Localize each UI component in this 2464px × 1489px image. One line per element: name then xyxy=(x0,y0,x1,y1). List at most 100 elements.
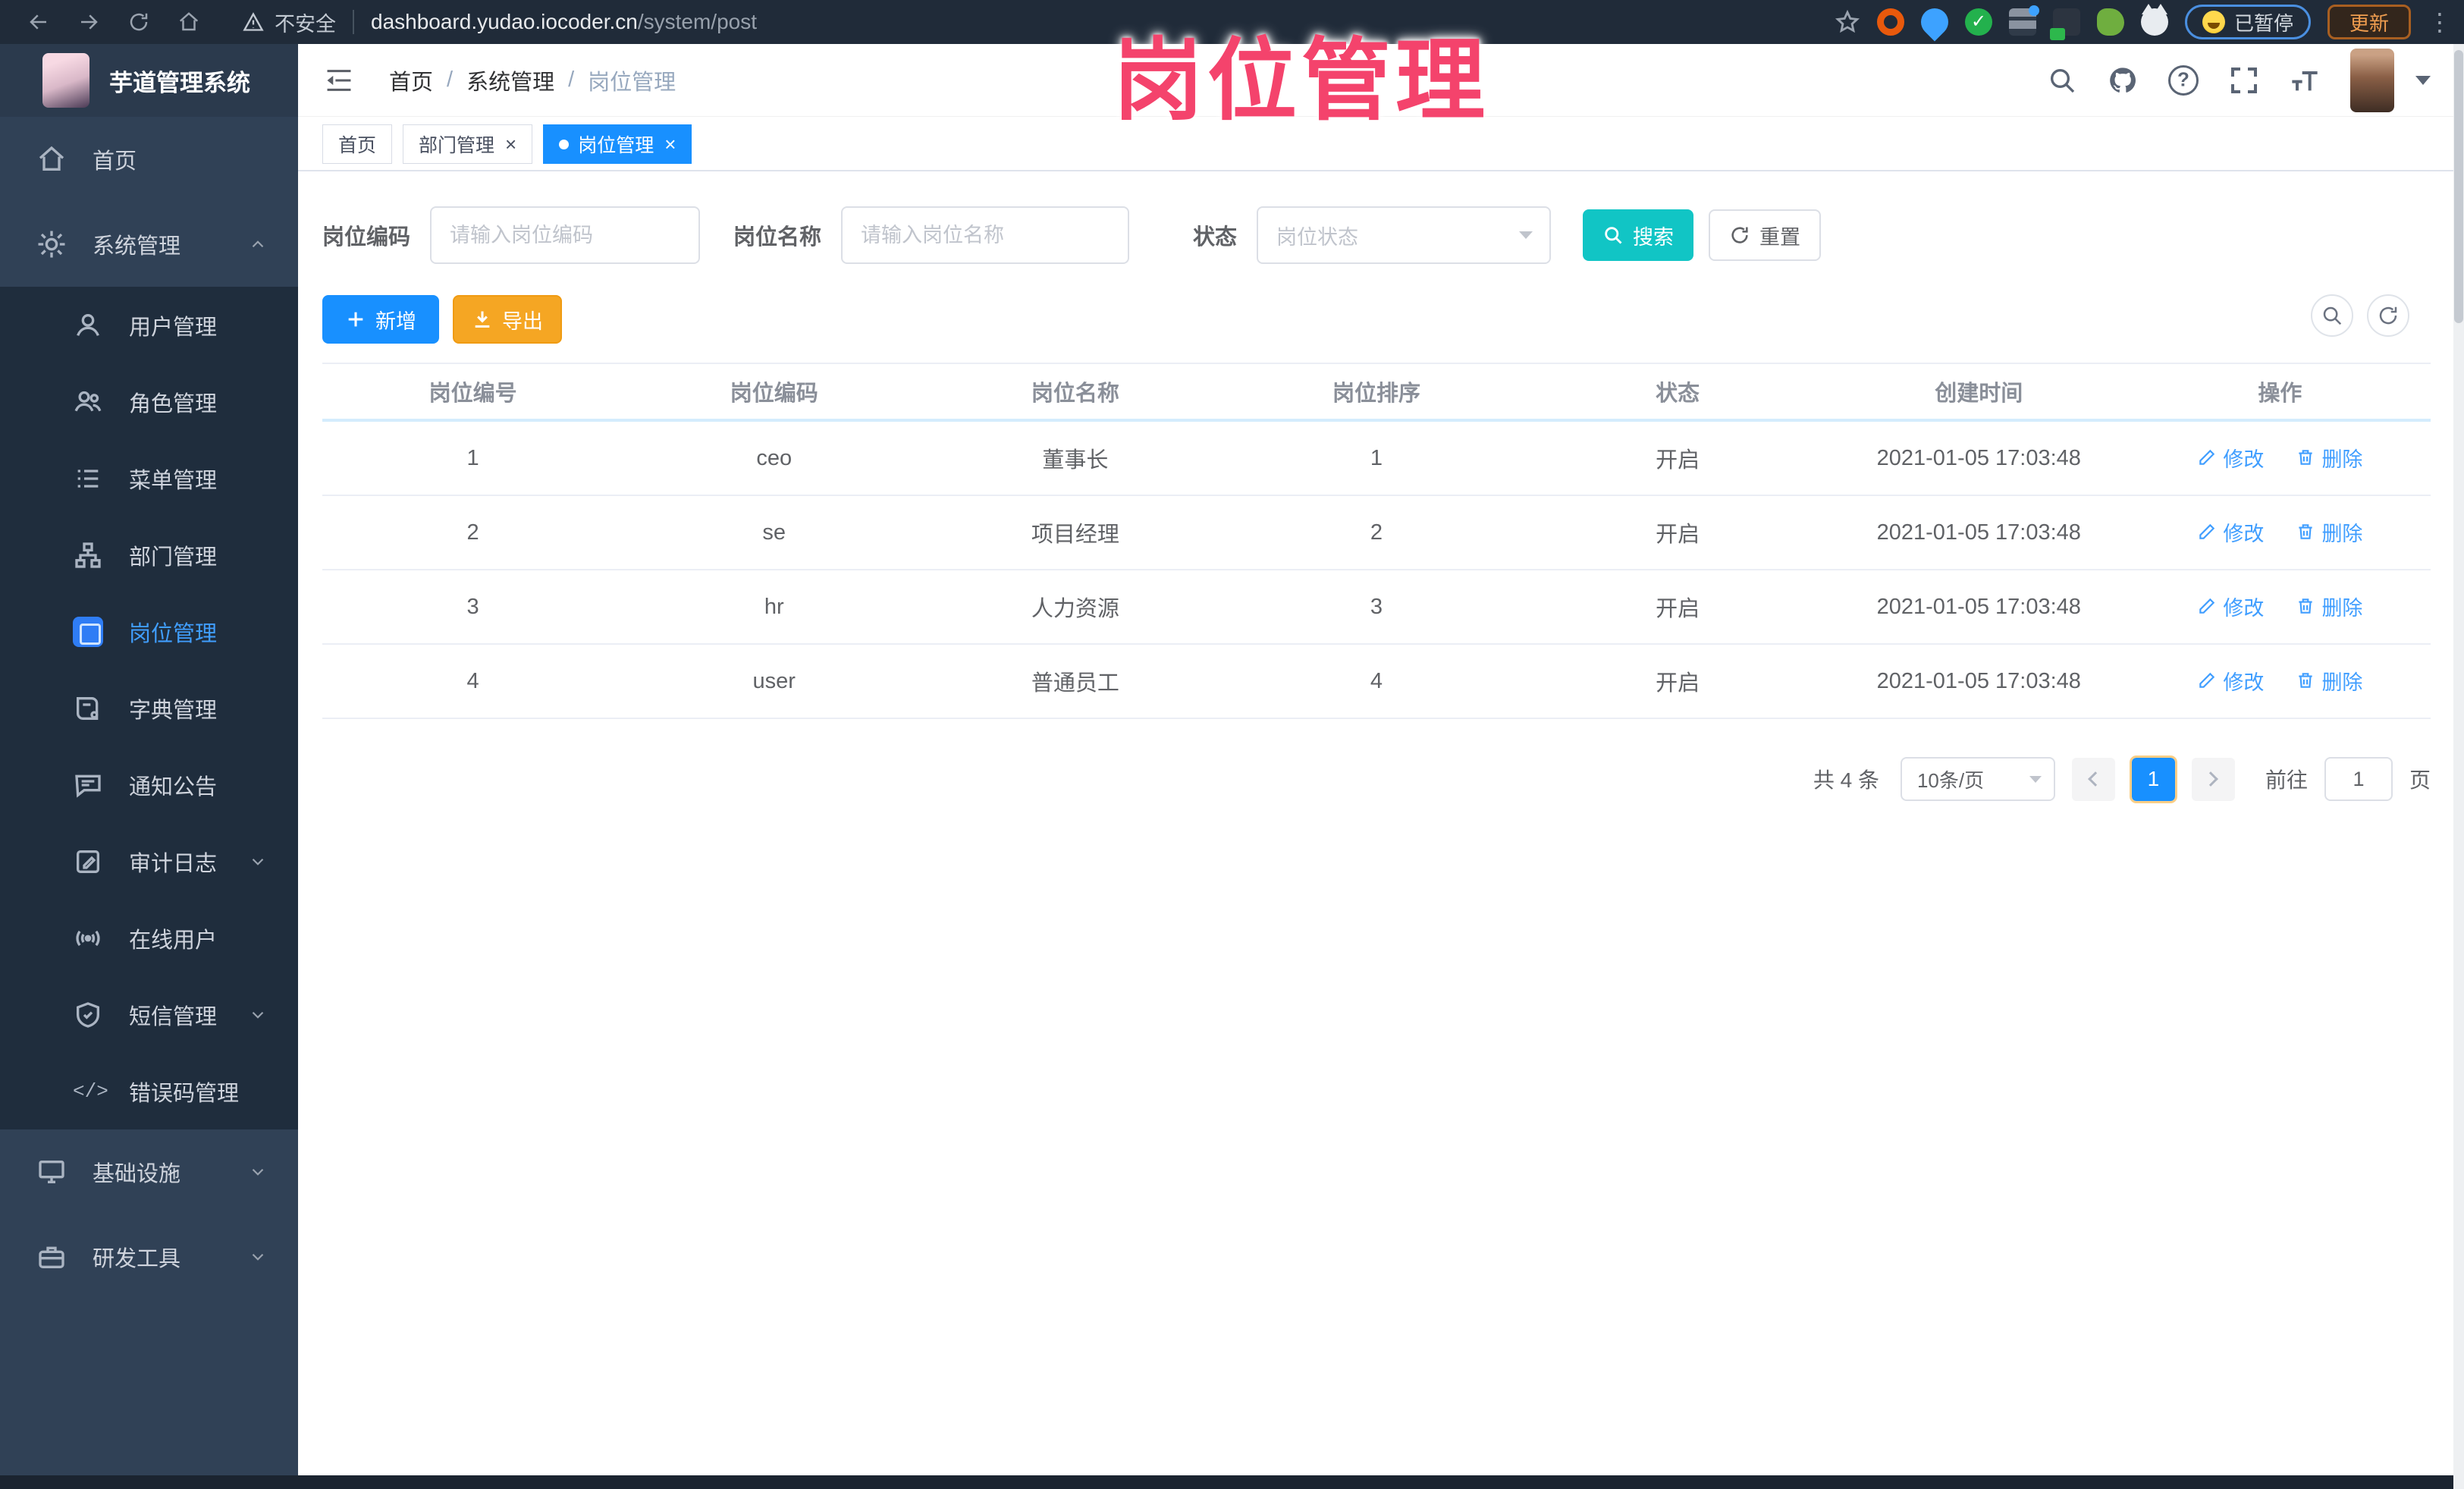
home-icon[interactable] xyxy=(177,11,200,33)
sidebar-item-system[interactable]: 系统管理 xyxy=(0,202,298,287)
toggle-search-button[interactable] xyxy=(2311,294,2353,337)
edit-link[interactable]: 修改 xyxy=(2197,443,2264,473)
forward-icon[interactable] xyxy=(77,11,100,33)
close-icon[interactable]: × xyxy=(505,134,516,154)
post-code-input[interactable] xyxy=(430,206,701,264)
sidebar-item-error-codes[interactable]: </> 错误码管理 xyxy=(0,1053,298,1129)
edit-link[interactable]: 修改 xyxy=(2197,592,2264,621)
tab-posts[interactable]: 岗位管理 × xyxy=(543,124,692,164)
sidebar-item-infrastructure[interactable]: 基础设施 xyxy=(0,1129,298,1214)
browser-update-button[interactable]: 更新 xyxy=(2327,5,2411,39)
post-name-input[interactable] xyxy=(841,206,1130,264)
help-icon[interactable] xyxy=(2168,64,2199,96)
refresh-table-button[interactable] xyxy=(2367,294,2409,337)
edit-link[interactable]: 修改 xyxy=(2197,666,2264,696)
cell-created: 2021-01-05 17:03:48 xyxy=(1876,594,2081,619)
extension-check-icon[interactable] xyxy=(1964,8,1992,36)
edit-link[interactable]: 修改 xyxy=(2197,517,2264,547)
url-bar[interactable]: 不安全 dashboard.yudao.iocoder.cn/system/po… xyxy=(243,8,757,37)
star-icon[interactable] xyxy=(1835,9,1860,35)
chevron-down-icon[interactable] xyxy=(2415,75,2431,85)
column-header: 岗位名称 xyxy=(1031,382,1119,406)
extension-sprout-icon[interactable] xyxy=(2096,8,2124,36)
cell-status: 开启 xyxy=(1656,523,1700,547)
sidebar-item-posts[interactable]: 岗位管理 xyxy=(0,593,298,670)
cell-actions: 修改 删除 xyxy=(2130,517,2431,548)
sidebar-item-audit-log[interactable]: 审计日志 xyxy=(0,823,298,900)
sidebar-item-users[interactable]: 用户管理 xyxy=(0,287,298,363)
sidebar-item-sms[interactable]: 短信管理 xyxy=(0,976,298,1053)
tab-home[interactable]: 首页 xyxy=(322,124,393,164)
sidebar-item-online-users[interactable]: 在线用户 xyxy=(0,900,298,976)
cell-name: 人力资源 xyxy=(1031,597,1119,621)
breadcrumb-system[interactable]: 系统管理 xyxy=(466,64,554,96)
announcement-icon xyxy=(73,770,103,800)
sidebar-item-label: 岗位管理 xyxy=(129,621,218,646)
refresh-icon xyxy=(1729,225,1750,246)
page-1-button[interactable]: 1 xyxy=(2129,755,2177,803)
logo[interactable]: 芋道管理系统 xyxy=(0,44,298,117)
search-button[interactable]: 搜索 xyxy=(1583,209,1694,261)
delete-link-label: 删除 xyxy=(2321,522,2363,545)
reset-button[interactable]: 重置 xyxy=(1709,209,1822,261)
cell-name: 项目经理 xyxy=(1031,523,1119,547)
avatar[interactable] xyxy=(2350,48,2394,112)
breadcrumb-separator: / xyxy=(447,68,454,92)
breadcrumb-home[interactable]: 首页 xyxy=(389,64,433,96)
github-icon[interactable] xyxy=(2108,65,2138,96)
export-button[interactable]: 导出 xyxy=(453,295,562,344)
extension-orange-icon[interactable] xyxy=(1876,8,1904,36)
chevron-right-icon xyxy=(2203,771,2219,787)
extension-grid-icon[interactable] xyxy=(2008,5,2039,36)
app-title: 芋道管理系统 xyxy=(109,69,250,96)
add-button[interactable]: 新增 xyxy=(322,295,439,344)
table-toolbar: 新增 导出 xyxy=(322,294,2431,344)
sidebar-item-dictionary[interactable]: 字典管理 xyxy=(0,670,298,746)
status-select-placeholder: 岗位状态 xyxy=(1276,225,1359,249)
table-row: 3 hr 人力资源 3 开启 2021-01-05 17:03:48 修改 删除 xyxy=(322,570,2431,645)
browser-menu-icon[interactable]: ⋮ xyxy=(2428,10,2452,34)
delete-link[interactable]: 删除 xyxy=(2296,666,2362,696)
extension-cat-icon[interactable] xyxy=(2140,4,2168,36)
sidebar-item-notices[interactable]: 通知公告 xyxy=(0,746,298,823)
status-select[interactable]: 岗位状态 xyxy=(1257,206,1552,264)
tab-departments[interactable]: 部门管理 × xyxy=(403,124,533,164)
goto-page-input[interactable] xyxy=(2324,757,2393,801)
sidebar-item-home[interactable]: 首页 xyxy=(0,117,298,202)
page-scrollbar[interactable] xyxy=(2453,44,2464,1489)
hamburger-icon[interactable] xyxy=(324,68,354,93)
chevron-up-icon xyxy=(248,234,268,254)
scrollbar-thumb[interactable] xyxy=(2454,50,2463,323)
next-page-button[interactable] xyxy=(2191,757,2235,801)
sidebar-item-roles[interactable]: 角色管理 xyxy=(0,363,298,440)
sidebar-item-departments[interactable]: 部门管理 xyxy=(0,517,298,593)
prev-page-button[interactable] xyxy=(2071,757,2115,801)
font-size-icon[interactable] xyxy=(2290,65,2320,96)
sidebar-item-label: 基础设施 xyxy=(93,1162,181,1186)
extension-pin-icon[interactable] xyxy=(1915,2,1954,42)
sidebar-item-dev-tools[interactable]: 研发工具 xyxy=(0,1214,298,1299)
close-icon[interactable]: × xyxy=(664,134,676,154)
emoji-icon xyxy=(2202,11,2225,33)
back-icon[interactable] xyxy=(27,11,50,33)
page-size-select[interactable]: 10条/页 xyxy=(1900,757,2055,801)
chevron-down-icon xyxy=(2029,775,2042,783)
chevron-down-icon xyxy=(248,1005,268,1025)
url-host: dashboard.yudao.iocoder.cn xyxy=(371,10,638,33)
search-icon[interactable] xyxy=(2047,65,2077,96)
fullscreen-icon[interactable] xyxy=(2229,65,2259,96)
delete-link[interactable]: 删除 xyxy=(2296,517,2362,547)
sidebar-item-menus[interactable]: 菜单管理 xyxy=(0,440,298,517)
delete-link[interactable]: 删除 xyxy=(2296,443,2362,473)
delete-link-label: 删除 xyxy=(2321,596,2363,620)
extension-tampermonkey-icon[interactable] xyxy=(2049,8,2080,40)
cell-status: 开启 xyxy=(1656,448,1700,473)
monitor-icon xyxy=(36,1157,67,1187)
reload-icon[interactable] xyxy=(127,11,150,33)
reset-button-label: 重置 xyxy=(1759,225,1801,249)
delete-link[interactable]: 删除 xyxy=(2296,592,2362,621)
extension-badge xyxy=(2049,28,2065,40)
edit-link-label: 修改 xyxy=(2223,448,2265,471)
paused-extension-pill[interactable]: 已暂停 xyxy=(2184,5,2311,39)
sidebar-submenu-system: 用户管理 角色管理 菜单管理 部门管理 岗位管理 字典管理 通知公告 审计日志 xyxy=(0,287,298,1129)
